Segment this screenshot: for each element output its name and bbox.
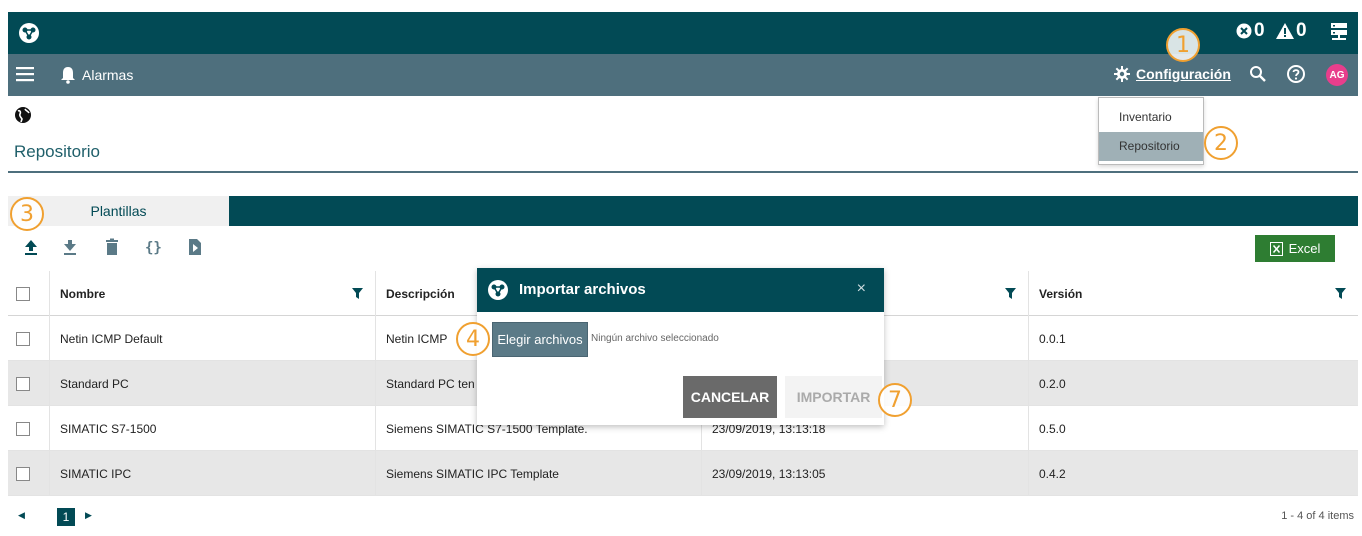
row-checkbox[interactable] [16,376,30,391]
top-bar: 0 0 [8,12,1358,54]
menu-item-inventario[interactable]: Inventario [1099,103,1203,132]
download-icon[interactable] [61,238,79,256]
gear-icon [1114,66,1130,82]
column-header-label: Nombre [60,286,106,301]
menu-item-repositorio[interactable]: Repositorio [1099,132,1203,161]
row-checkbox[interactable] [16,331,30,346]
cell-name: Netin ICMP Default [50,316,376,361]
previous-page-icon[interactable]: ◀ [18,510,25,521]
tab-bar [229,196,1358,226]
file-status-text: Ningún archivo seleccionado [591,333,719,344]
file-export-icon[interactable] [186,238,204,256]
hamburger-menu-icon[interactable] [16,66,36,82]
cell-description: Siemens SIMATIC IPC Template [376,451,702,496]
configuration-dropdown: Inventario Repositorio [1098,97,1204,165]
import-files-dialog: Importar archivos × Elegir archivos Ning… [477,268,884,425]
cell-version: 0.5.0 [1039,421,1066,436]
cell-version: 0.2.0 [1039,376,1066,391]
search-icon[interactable] [1248,64,1268,84]
column-header-label: Versión [1039,286,1083,301]
nav-bar: Alarmas Configuración AG [8,54,1358,96]
app-logo-icon[interactable] [18,22,40,44]
app-logo-icon [488,280,508,300]
filter-icon[interactable] [1005,288,1016,299]
nav-title[interactable]: Alarmas [82,67,133,83]
warning-count-value: 0 [1296,20,1307,41]
cell-version: 0.4.2 [1039,466,1066,481]
page-title: Repositorio [14,142,100,161]
import-button[interactable]: IMPORTAR [785,376,882,418]
callout-marker-1: 1 [1166,28,1200,62]
row-select-cell [8,406,50,451]
error-circle-icon [1236,23,1252,39]
callout-marker-7: 7 [878,383,912,417]
dialog-title: Importar archivos [519,281,646,298]
excel-export-button[interactable]: Excel [1255,235,1335,262]
choose-files-button[interactable]: Elegir archivos [492,322,588,357]
warning-triangle-icon [1276,23,1294,39]
callout-marker-2: 2 [1204,126,1238,160]
server-icon[interactable] [1330,22,1348,42]
error-count[interactable]: 0 [1236,20,1265,42]
svg-text:{}: {} [145,240,162,256]
help-icon[interactable] [1286,64,1306,84]
bell-icon [61,67,75,84]
trash-icon[interactable] [103,238,121,256]
json-braces-icon[interactable]: {} [144,238,166,256]
callout-marker-3: 3 [10,197,44,231]
app-window: 0 0 Alarmas Configuración AG Repositorio… [0,0,1362,536]
user-avatar[interactable]: AG [1326,64,1348,86]
select-all-cell [8,271,50,316]
cell-date: 23/09/2019, 13:13:05 [702,451,1029,496]
cell-name: Standard PC [50,361,376,406]
excel-label: Excel [1288,241,1321,256]
configuration-menu-button[interactable]: Configuración [1114,66,1231,82]
title-divider [8,171,1358,173]
column-header-label: Descripción [386,286,455,301]
cell-name: SIMATIC IPC [50,451,376,496]
close-icon[interactable]: × [857,280,866,298]
excel-file-icon [1269,241,1283,256]
row-select-cell [8,451,50,496]
warning-count[interactable]: 0 [1276,20,1307,42]
cancel-button[interactable]: CANCELAR [683,376,777,418]
row-select-cell [8,316,50,361]
filter-icon[interactable] [1335,288,1346,299]
dialog-header: Importar archivos × [477,268,884,312]
row-checkbox[interactable] [16,466,30,481]
callout-marker-4: 4 [456,322,490,356]
cell-version: 0.0.1 [1039,331,1066,346]
column-header-version[interactable]: Versión [1029,271,1358,316]
error-count-value: 0 [1254,20,1265,41]
next-page-icon[interactable]: ▶ [85,510,92,521]
filter-icon[interactable] [352,288,363,299]
pager-info: 1 - 4 of 4 items [1281,510,1354,522]
configuration-label: Configuración [1136,66,1231,82]
row-select-cell [8,361,50,406]
globe-icon [15,107,31,123]
row-checkbox[interactable] [16,421,30,436]
upload-icon[interactable] [22,238,40,256]
table-row[interactable]: SIMATIC IPC Siemens SIMATIC IPC Template… [8,451,1358,496]
cell-name: SIMATIC S7-1500 [50,406,376,451]
pagination: ◀ 1 ▶ 1 - 4 of 4 items [8,496,1358,536]
page-number-button[interactable]: 1 [57,508,75,526]
select-all-checkbox[interactable] [16,286,30,301]
column-header-nombre[interactable]: Nombre [50,271,376,316]
